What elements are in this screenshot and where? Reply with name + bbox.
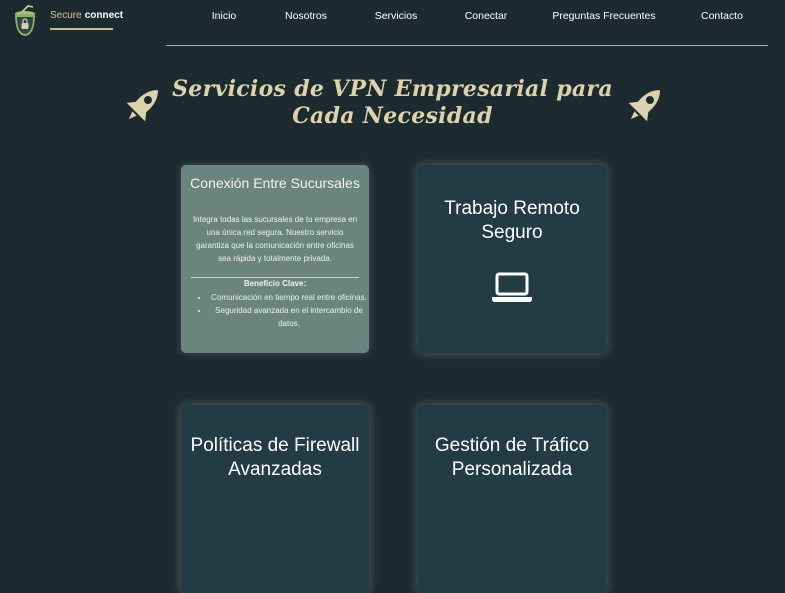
benefit-item: Seguridad avanzada en el intercambio de … (209, 304, 369, 330)
service-card-firewall[interactable]: Políticas de Firewall Avanzadas (181, 405, 369, 593)
card-title: Conexión Entre Sucursales (190, 175, 360, 191)
nav-inicio[interactable]: Inicio (212, 10, 237, 22)
page-title: Servicios de VPN Empresarial para Cada N… (172, 76, 613, 129)
main-nav: Inicio Nosotros Servicios Conectar Pregu… (0, 10, 785, 24)
nav-preguntas-frecuentes[interactable]: Preguntas Frecuentes (552, 10, 655, 22)
service-card-sucursales[interactable]: Conexión Entre Sucursales Integra todas … (181, 165, 369, 353)
brand-underline (50, 28, 113, 30)
nav-servicios[interactable]: Servicios (375, 10, 418, 22)
nav-conectar[interactable]: Conectar (465, 10, 508, 22)
benefit-item: Comunicación en tiempo real entre oficin… (209, 291, 369, 304)
service-card-trabajo-remoto[interactable]: Trabajo Remoto Seguro (418, 165, 606, 353)
laptop-icon (492, 272, 532, 302)
nav-contacto[interactable]: Contacto (701, 10, 743, 22)
nav-nosotros[interactable]: Nosotros (285, 10, 327, 22)
card-title: Trabajo Remoto Seguro (444, 198, 580, 243)
benefit-list: Comunicación en tiempo real entre oficin… (199, 291, 369, 330)
nav-divider (166, 45, 768, 46)
benefit-title: Beneficio Clave: (243, 279, 307, 288)
card-description: Integra todas las sucursales de tu empre… (192, 215, 358, 263)
card-divider (191, 277, 359, 278)
service-card-trafico[interactable]: Gestión de Tráfico Personalizada (418, 405, 606, 593)
card-title: Gestión de Tráfico Personalizada (434, 435, 590, 480)
card-title: Políticas de Firewall Avanzadas (190, 435, 360, 480)
rocket-icon (628, 90, 660, 122)
